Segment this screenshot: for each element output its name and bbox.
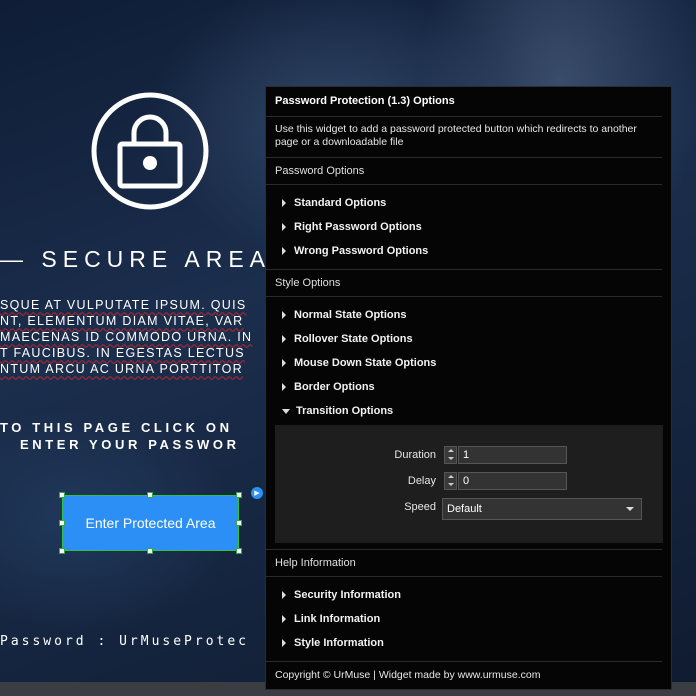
expand-icon: [282, 311, 286, 319]
transition-options-item[interactable]: Transition Options: [282, 405, 393, 417]
instruction-line: ENTER YOUR PASSWOR: [20, 437, 240, 452]
resize-handle[interactable]: [147, 548, 153, 554]
duration-stepper[interactable]: [444, 446, 457, 464]
body-line: NTUM ARCU AC URNA PORTTITOR: [0, 362, 243, 376]
chevron-down-icon: [626, 507, 634, 511]
speed-select[interactable]: Default: [442, 498, 642, 520]
standard-options-item[interactable]: Standard Options: [282, 197, 386, 209]
expand-icon: [282, 199, 286, 207]
widget-options-icon[interactable]: ▶: [251, 487, 263, 499]
lock-icon: [91, 92, 209, 210]
normal-state-options-item[interactable]: Normal State Options: [282, 309, 406, 321]
password-hint: Password : UrMuseProtec: [0, 634, 250, 649]
delay-label: Delay: [407, 475, 436, 487]
expand-icon: [282, 591, 286, 599]
expand-icon: [282, 247, 286, 255]
style-information-item[interactable]: Style Information: [282, 637, 384, 649]
transition-options-body: Duration 1 Delay 0 Speed Default: [275, 425, 663, 543]
delay-input[interactable]: 0: [458, 472, 567, 490]
resize-handle[interactable]: [236, 548, 242, 554]
divider: [266, 269, 662, 270]
expand-icon: [282, 335, 286, 343]
link-information-item[interactable]: Link Information: [282, 613, 380, 625]
enter-protected-area-button[interactable]: Enter Protected Area: [62, 495, 239, 551]
divider: [266, 184, 662, 185]
panel-title: Password Protection (1.3) Options: [275, 95, 455, 107]
instruction-text: TO THIS PAGE CLICK ON ENTER YOUR PASSWOR: [0, 419, 240, 453]
delay-stepper[interactable]: [444, 472, 457, 490]
duration-input[interactable]: 1: [458, 446, 567, 464]
security-information-item[interactable]: Security Information: [282, 589, 401, 601]
divider: [266, 157, 662, 158]
divider: [266, 661, 662, 662]
mouse-down-state-options-item[interactable]: Mouse Down State Options: [282, 357, 436, 369]
resize-handle[interactable]: [236, 492, 242, 498]
body-text: SQUE AT VULPUTATE IPSUM. QUIS NT, ELEMEN…: [0, 297, 252, 377]
border-options-item[interactable]: Border Options: [282, 381, 375, 393]
body-line: T FAUCIBUS. IN EGESTAS LECTUS: [0, 346, 245, 360]
style-options-heading: Style Options: [275, 277, 341, 289]
collapse-icon: [282, 408, 290, 414]
body-line: NT, ELEMENTUM DIAM VITAE, VAR: [0, 314, 244, 328]
speed-label: Speed: [404, 501, 436, 513]
options-panel: Password Protection (1.3) Options Use th…: [265, 86, 672, 690]
duration-label: Duration: [394, 449, 436, 461]
divider: [266, 116, 662, 117]
resize-handle[interactable]: [59, 548, 65, 554]
divider: [266, 549, 662, 550]
expand-icon: [282, 223, 286, 231]
resize-handle[interactable]: [236, 520, 242, 526]
body-line: SQUE AT VULPUTATE IPSUM. QUIS: [0, 298, 247, 312]
help-information-heading: Help Information: [275, 557, 356, 569]
divider: [266, 296, 662, 297]
resize-handle[interactable]: [147, 492, 153, 498]
divider: [266, 576, 662, 577]
password-options-heading: Password Options: [275, 165, 365, 177]
panel-description: Use this widget to add a password protec…: [275, 123, 637, 148]
resize-handle[interactable]: [59, 492, 65, 498]
expand-icon: [282, 359, 286, 367]
expand-icon: [282, 383, 286, 391]
wrong-password-options-item[interactable]: Wrong Password Options: [282, 245, 428, 257]
body-line: MAECENAS ID COMMODO URNA. IN: [0, 330, 253, 344]
secure-area-title: — SECURE AREA: [0, 246, 271, 272]
expand-icon: [282, 615, 286, 623]
expand-icon: [282, 639, 286, 647]
resize-handle[interactable]: [59, 520, 65, 526]
rollover-state-options-item[interactable]: Rollover State Options: [282, 333, 413, 345]
right-password-options-item[interactable]: Right Password Options: [282, 221, 422, 233]
instruction-line: TO THIS PAGE CLICK ON: [0, 420, 233, 435]
panel-footer: Copyright © UrMuse | Widget made by www.…: [275, 669, 541, 681]
